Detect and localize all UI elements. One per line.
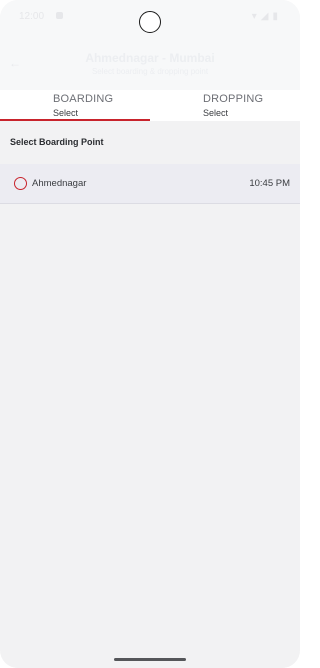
app-header: 12:00 ▾◢▮ ← Ahmednagar - Mumbai Select b… [0, 0, 300, 90]
boarding-point-row[interactable]: Ahmednagar 10:45 PM [0, 164, 300, 204]
app-screen: 12:00 ▾◢▮ ← Ahmednagar - Mumbai Select b… [0, 0, 300, 668]
boarding-point-time: 10:45 PM [249, 178, 290, 189]
route-subtitle: Select boarding & dropping point [91, 67, 209, 76]
tab-boarding[interactable]: BOARDING Select [0, 90, 150, 121]
tab-dropping-label: DROPPING [203, 93, 264, 105]
tab-boarding-label: BOARDING [53, 93, 114, 105]
tab-dropping[interactable]: DROPPING Select [150, 90, 300, 121]
route-title: Ahmednagar - Mumbai [85, 51, 215, 65]
home-gesture-handle[interactable] [114, 658, 186, 661]
section-title: Select Boarding Point [10, 137, 104, 147]
radio-button-icon[interactable] [14, 177, 27, 190]
status-bar: 12:00 ▾◢▮ [0, 0, 300, 36]
tab-boarding-value: Select [53, 108, 79, 118]
active-tab-indicator [0, 119, 150, 121]
camera-cutout [139, 11, 161, 33]
notification-icon [56, 12, 63, 19]
status-time: 12:00 [19, 11, 45, 22]
tab-dropping-value: Select [203, 108, 229, 118]
boarding-point-name: Ahmednagar [32, 178, 87, 189]
status-icons: ▾◢▮ [251, 11, 282, 22]
tab-bar: BOARDING Select DROPPING Select [0, 90, 300, 121]
